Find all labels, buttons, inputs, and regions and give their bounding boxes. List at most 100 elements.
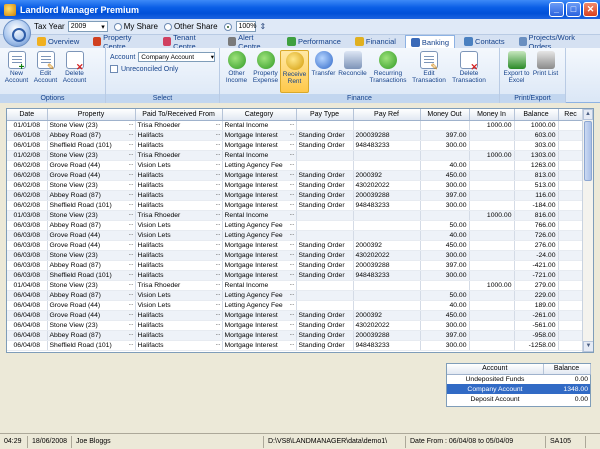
column-header[interactable]: Category [222,109,297,121]
table-cell: 40.00 [420,230,470,241]
tax-year-select[interactable]: 2009 ▾ [67,21,108,32]
reconcile-button[interactable]: Reconcile [338,50,367,93]
table-row[interactable]: 06/03/08Grove Road (44)HalifactsMortgage… [7,240,584,251]
table-cell: 430202022 [353,250,421,261]
column-header-account[interactable]: Account [447,364,544,375]
tab-tenant-centre[interactable]: Tenant Centre [158,33,219,51]
table-cell: 816.00 [514,210,559,221]
table-row[interactable]: 01/04/08Stone View (23)Trisa RhoederRent… [7,280,584,291]
button-label: Delete Transaction [452,70,486,84]
unreconciled-row[interactable]: Unreconciled Only [110,65,215,73]
table-row[interactable]: 06/04/08Abbey Road (87)Vision LetsLettin… [7,290,584,301]
unreconciled-checkbox[interactable] [110,65,118,73]
column-header[interactable]: Paid To/Received From [135,109,223,121]
customize-toolbar-icon[interactable]: ⇕ [260,22,267,31]
edit-transaction-button[interactable]: Edit Transaction [409,50,449,93]
minimize-button[interactable]: _ [549,2,564,17]
column-header[interactable]: Pay Type [296,109,354,121]
percent-share-radio[interactable] [223,22,234,31]
table-row[interactable]: 01/03/08Stone View (23)Trisa RhoederRent… [7,210,584,221]
table-row[interactable]: 06/03/08Sheffield Road (101)HalifactsMor… [7,270,584,281]
table-row[interactable]: 06/04/08Sheffield Road (101)HalifactsMor… [7,340,584,351]
tab-alert-centre[interactable]: Alert Centre [223,33,278,51]
column-header[interactable]: Money In [469,109,515,121]
receive-rent-button[interactable]: Receive Rent [280,50,309,93]
account-row[interactable]: Deposit Account 0.00 [447,394,590,404]
print-list-button[interactable]: Print List [531,50,560,93]
button-label: Other Income [225,70,248,84]
table-row[interactable]: 06/04/08Grove Road (44)Vision LetsLettin… [7,300,584,311]
scroll-down-icon[interactable]: ▼ [583,341,593,352]
my-share-radio[interactable]: My Share [113,22,158,31]
property-expense-button[interactable]: Property Expense [251,50,280,93]
scroll-thumb[interactable] [584,121,592,181]
table-cell [558,220,584,231]
table-cell [558,270,584,281]
table-cell [469,130,515,141]
export-to-excel-button[interactable]: Export to Excel [502,50,531,93]
recurring-transactions-button[interactable]: Recurring Transactions [367,50,409,93]
table-cell: Standing Order [296,180,354,191]
column-header[interactable]: Rec [558,109,584,121]
tab-property-centre[interactable]: Property Centre [88,33,154,51]
delete-account-button[interactable]: Delete Account [60,50,89,93]
column-header[interactable]: Balance [514,109,559,121]
table-row[interactable]: 06/02/08Abbey Road (87)HalifactsMortgage… [7,190,584,201]
table-row[interactable]: 06/02/08Stone View (23)HalifactsMortgage… [7,180,584,191]
table-row[interactable]: 01/02/08Stone View (23)Trisa RhoederRent… [7,150,584,161]
table-row[interactable]: 06/03/08Stone View (23)HalifactsMortgage… [7,250,584,261]
table-row[interactable]: 06/04/08Stone View (23)HalifactsMortgage… [7,320,584,331]
table-row[interactable]: 06/02/08Grove Road (44)Vision LetsLettin… [7,160,584,171]
table-row[interactable]: 06/03/08Grove Road (44)Vision LetsLettin… [7,230,584,241]
table-row[interactable]: 06/04/08Grove Road (44)HalifactsMortgage… [7,310,584,321]
table-cell: 1000.00 [469,210,515,221]
account-row-selected[interactable]: Company Account 1348.00 [447,384,590,394]
column-header[interactable]: Pay Ref [353,109,421,121]
radio-selected-icon [223,22,232,31]
table-cell: Vision Lets [135,290,223,301]
share-percent-field[interactable]: 100% [235,21,256,32]
tab-financial[interactable]: Financial [350,35,401,48]
group-label: Finance [220,94,499,103]
tab-projects-work-orders[interactable]: Projects/Work Orders [514,33,596,51]
column-header[interactable]: Property [47,109,136,121]
column-header-balance[interactable]: Balance [543,364,591,375]
title-bar: Landlord Manager Premium _ □ ✕ [0,0,600,19]
tab-performance[interactable]: Performance [282,35,346,48]
tab-banking[interactable]: Banking [404,35,456,48]
table-row[interactable]: 06/03/08Abbey Road (87)Vision LetsLettin… [7,220,584,231]
table-row[interactable]: 06/02/08Sheffield Road (101)HalifactsMor… [7,200,584,211]
column-header[interactable]: Money Out [420,109,470,121]
chevron-down-icon: ▾ [101,23,105,31]
close-button[interactable]: ✕ [583,2,598,17]
vertical-scrollbar[interactable]: ▲ ▼ [582,109,593,352]
maximize-button[interactable]: □ [566,2,581,17]
select-group: Account Company Account ▾ Unreconciled O… [106,48,220,103]
edit-account-button[interactable]: Edit Account [31,50,60,93]
table-cell [558,320,584,331]
transactions-grid[interactable]: Date Property Paid To/Received From Categor… [6,108,594,353]
table-cell: 450.00 [420,240,470,251]
table-cell: 50.00 [420,220,470,231]
account-select[interactable]: Company Account ▾ [138,52,215,62]
table-row[interactable]: 06/01/08Abbey Road (87)HalifactsMortgage… [7,130,584,141]
tab-contacts[interactable]: Contacts [459,35,510,48]
table-row[interactable]: 06/04/08Abbey Road (87)HalifactsMortgage… [7,330,584,341]
table-row[interactable]: 06/02/08Grove Road (44)HalifactsMortgage… [7,170,584,181]
table-row[interactable]: 06/01/08Sheffield Road (101)HalifactsMor… [7,140,584,151]
other-share-radio[interactable]: Other Share [163,22,218,31]
column-header[interactable]: Date [7,109,48,121]
delete-transaction-button[interactable]: Delete Transaction [449,50,489,93]
application-menu-button[interactable] [3,19,31,47]
table-cell [353,300,421,311]
table-row[interactable]: 01/01/08Stone View (23)Trisa RhoederRent… [7,120,584,131]
table-cell: 06/03/08 [7,240,48,251]
transfer-button[interactable]: Transfer [309,50,338,93]
other-income-button[interactable]: Other Income [222,50,251,93]
account-row[interactable]: Undeposited Funds 0.00 [447,374,590,384]
table-cell: 06/04/08 [7,340,48,351]
tab-overview[interactable]: Overview [32,35,84,48]
table-row[interactable]: 06/03/08Abbey Road (87)HalifactsMortgage… [7,260,584,271]
new-account-button[interactable]: New Account [2,50,31,93]
scroll-up-icon[interactable]: ▲ [583,109,593,120]
